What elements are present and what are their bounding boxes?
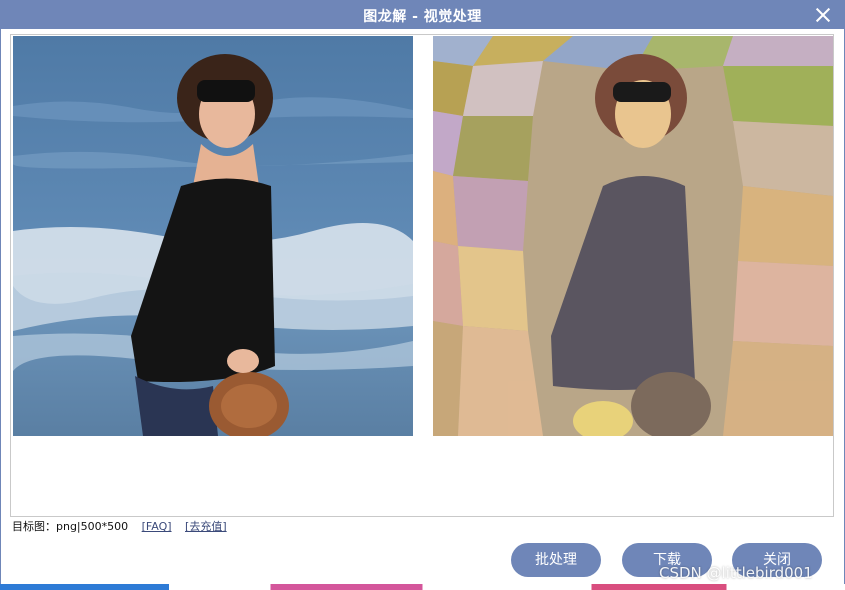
target-image-info: 目标图：png|500*500 [FAQ] [去充值] [12,518,227,534]
background-taskbar-strip [0,584,845,590]
target-format-label: 目标图：png|500*500 [12,520,129,533]
watermark-text: CSDN @littlebird001 [659,564,813,582]
dialog-title: 图龙解 - 视觉处理 [363,9,482,25]
batch-process-button[interactable]: 批处理 [511,543,601,577]
original-image [13,36,413,436]
dialog-titlebar[interactable]: 图龙解 - 视觉处理 [1,1,844,29]
faq-link[interactable]: [FAQ] [142,520,172,533]
preview-area [10,34,834,517]
visual-processing-dialog: 图龙解 - 视觉处理 目标图：png|500*500 [FAQ] [去充值] 批… [0,0,845,590]
close-icon[interactable] [814,6,832,24]
processed-image [433,36,833,436]
recharge-link[interactable]: [去充值] [185,520,227,533]
